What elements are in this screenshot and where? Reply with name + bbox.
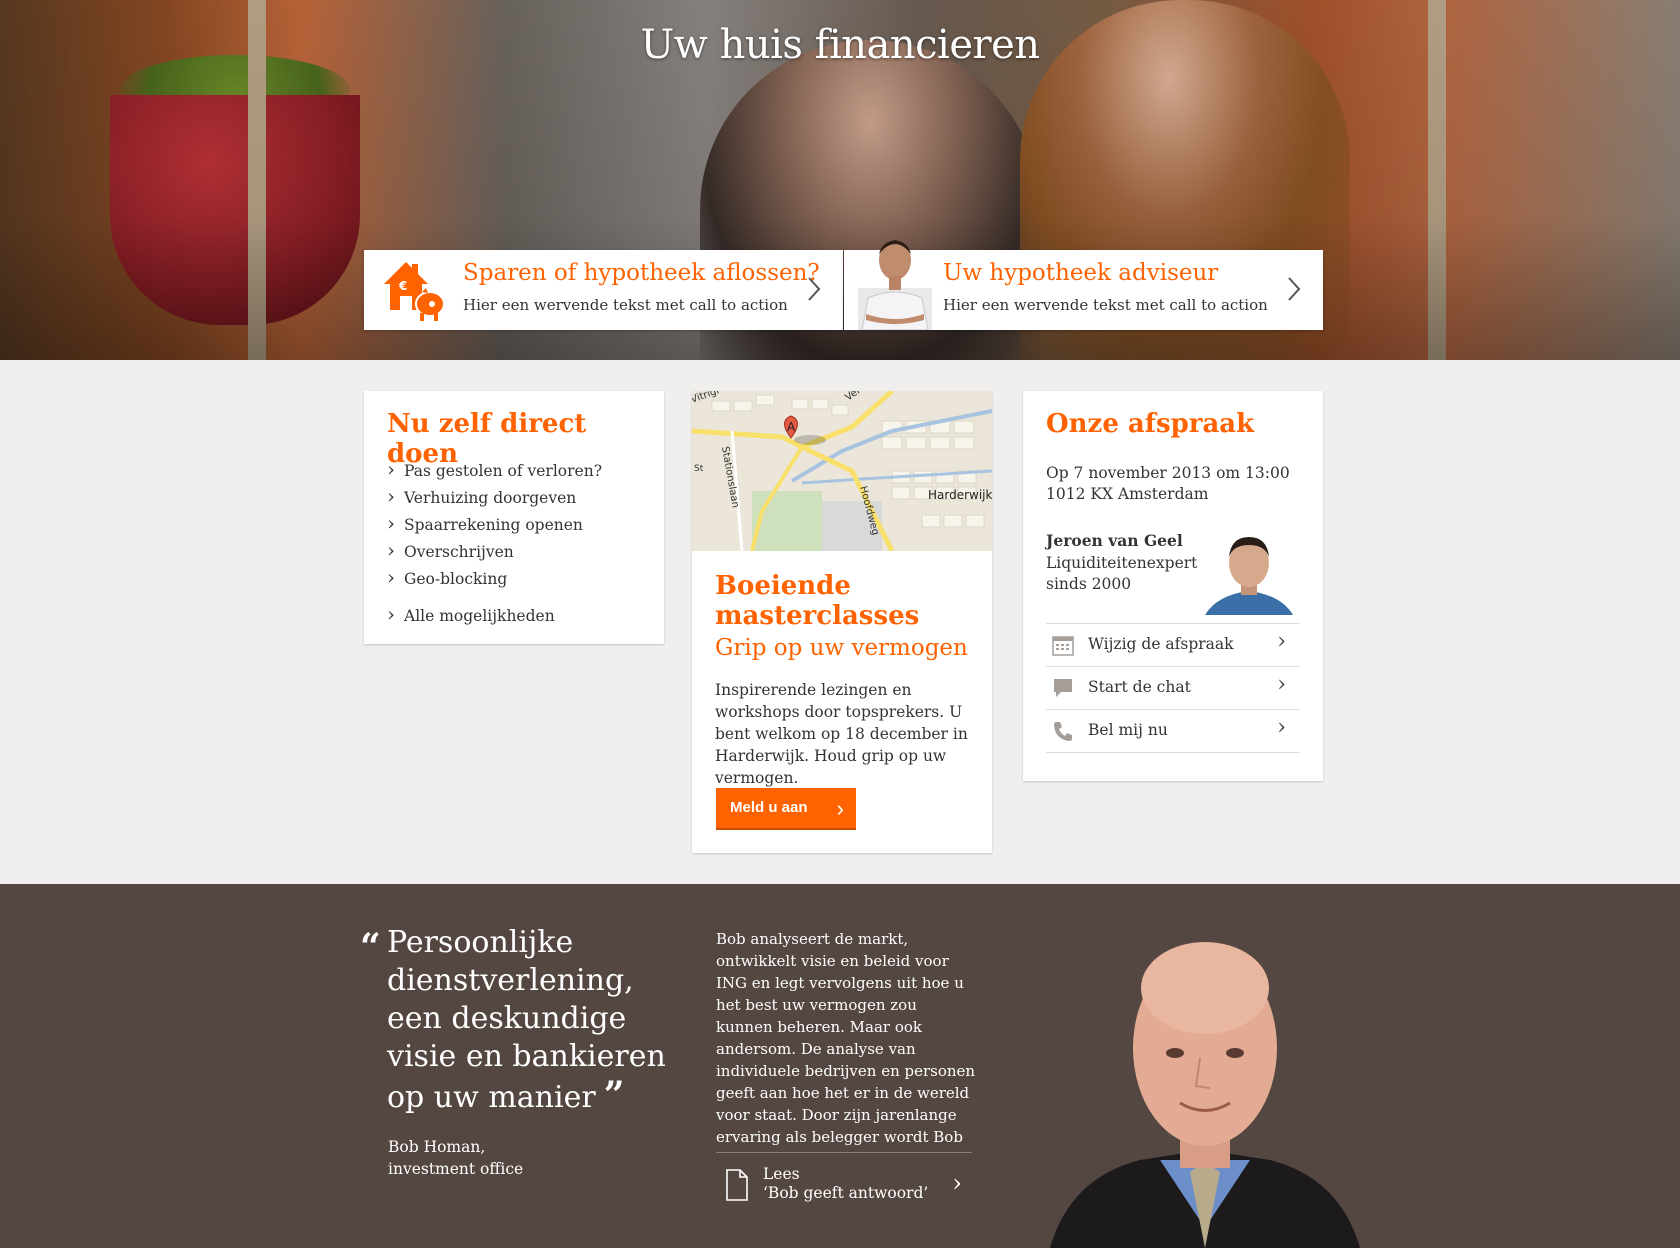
promo-mortgage-advisor[interactable]: Uw hypotheek adviseur Hier een wervende … bbox=[844, 240, 1323, 330]
chevron-right-icon: › bbox=[1277, 715, 1286, 740]
page-title: Uw huis financieren bbox=[640, 22, 1040, 68]
chevron-right-icon: › bbox=[1277, 672, 1286, 697]
close-quote-icon: ” bbox=[603, 1074, 625, 1116]
map-label: Harderwijk bbox=[928, 488, 992, 502]
start-chat-button[interactable]: Start de chat › bbox=[1046, 667, 1300, 710]
hero-banner: Uw huis financieren € Sparen of hypothee… bbox=[0, 0, 1680, 360]
read-answer-link[interactable]: Lees ‘Bob geeft antwoord’ › bbox=[716, 1152, 972, 1223]
advisor-photo bbox=[1197, 529, 1301, 615]
appointment-date: Op 7 november 2013 om 13:00 bbox=[1046, 464, 1290, 482]
author-title: investment office bbox=[388, 1160, 524, 1178]
register-button-label: Meld u aan bbox=[730, 799, 808, 816]
action-label: Bel mij nu bbox=[1088, 721, 1168, 739]
chevron-right-icon bbox=[1288, 277, 1301, 301]
chevron-right-icon: › bbox=[836, 796, 844, 821]
testimonial-author: Bob Homan, investment office bbox=[388, 1136, 523, 1180]
testimonial-bio: Bob analyseert de markt, ontwikkelt visi… bbox=[716, 930, 976, 1146]
promo-title: Sparen of hypotheek aflossen? bbox=[463, 260, 820, 286]
action-label: Wijzig de afspraak bbox=[1088, 635, 1234, 653]
map-label: St bbox=[694, 464, 704, 474]
testimonial-quote: Persoonlijke dienstverlening, een deskun… bbox=[387, 924, 677, 1117]
read-link-line: ‘Bob geeft antwoord’ bbox=[763, 1184, 929, 1202]
list-item[interactable]: Spaarrekening openen bbox=[387, 511, 602, 540]
appointment-address: 1012 KX Amsterdam bbox=[1046, 485, 1209, 503]
call-me-button[interactable]: Bel mij nu › bbox=[1046, 710, 1300, 753]
masterclass-card: Vitrigr Verke Stationslaan Hoofdweg Hard… bbox=[692, 391, 992, 853]
list-item[interactable]: Overschrijven bbox=[387, 538, 602, 567]
advisor-role-line: sinds 2000 bbox=[1046, 575, 1132, 593]
advisor-role: Liquiditeitenexpert sinds 2000 bbox=[1046, 553, 1197, 595]
promo-savings-mortgage[interactable]: € Sparen of hypotheek aflossen? Hier een… bbox=[364, 250, 843, 330]
list-item[interactable]: Pas gestolen of verloren? bbox=[387, 457, 602, 486]
document-icon bbox=[726, 1169, 748, 1201]
card-title: Onze afspraak bbox=[1046, 409, 1255, 439]
map-marker-icon: A bbox=[787, 420, 796, 434]
advisor-name: Jeroen van Geel bbox=[1046, 531, 1183, 550]
promo-title: Uw hypotheek adviseur bbox=[943, 260, 1219, 286]
appointment-details: Op 7 november 2013 om 13:00 1012 KX Amst… bbox=[1046, 463, 1290, 505]
chevron-right-icon bbox=[808, 277, 821, 301]
house-piggybank-icon: € bbox=[384, 262, 445, 321]
direct-actions-card: Nu zelf direct doen Pas gestolen of verl… bbox=[364, 391, 664, 644]
calendar-icon bbox=[1052, 636, 1074, 656]
list-item[interactable]: Verhuizing doorgeven bbox=[387, 484, 602, 513]
map-graphic: Vitrigr Verke Stationslaan Hoofdweg Hard… bbox=[692, 391, 992, 551]
phone-icon bbox=[1054, 722, 1072, 741]
location-map[interactable]: Vitrigr Verke Stationslaan Hoofdweg Hard… bbox=[692, 391, 992, 551]
testimonial-portrait bbox=[1050, 942, 1360, 1248]
action-label: Start de chat bbox=[1088, 678, 1191, 696]
appointment-card: Onze afspraak Op 7 november 2013 om 13:0… bbox=[1023, 391, 1323, 781]
appointment-actions: Wijzig de afspraak › Start de chat › Bel… bbox=[1046, 623, 1300, 753]
testimonial-section: “ Persoonlijke dienstverlening, een desk… bbox=[0, 884, 1680, 1248]
read-link-line: Lees bbox=[763, 1165, 800, 1183]
register-button[interactable]: Meld u aan › bbox=[716, 788, 856, 828]
chat-icon bbox=[1054, 679, 1072, 697]
change-appointment-button[interactable]: Wijzig de afspraak › bbox=[1046, 624, 1300, 667]
advisor-role-line: Liquiditeitenexpert bbox=[1046, 554, 1198, 572]
card-description: Inspirerende lezingen en workshops door … bbox=[715, 681, 968, 787]
advisor-avatar bbox=[858, 240, 932, 330]
open-quote-icon: “ bbox=[360, 926, 381, 968]
promo-text: Hier een wervende tekst met call to acti… bbox=[463, 296, 788, 314]
card-title: Boeiende masterclasses bbox=[715, 571, 920, 631]
promo-text: Hier een wervende tekst met call to acti… bbox=[943, 296, 1268, 314]
read-link-label: Lees ‘Bob geeft antwoord’ bbox=[763, 1165, 928, 1203]
chevron-right-icon: › bbox=[952, 1169, 962, 1197]
card-subtitle: Grip op uw vermogen bbox=[715, 635, 968, 661]
svg-text:€: € bbox=[398, 279, 407, 293]
all-options-link[interactable]: Alle mogelijkheden bbox=[387, 602, 602, 631]
list-item[interactable]: Geo-blocking bbox=[387, 565, 602, 594]
author-name: Bob Homan, bbox=[388, 1138, 486, 1156]
direct-actions-list: Pas gestolen of verloren? Verhuizing doo… bbox=[387, 457, 602, 631]
chevron-right-icon: › bbox=[1277, 629, 1286, 654]
